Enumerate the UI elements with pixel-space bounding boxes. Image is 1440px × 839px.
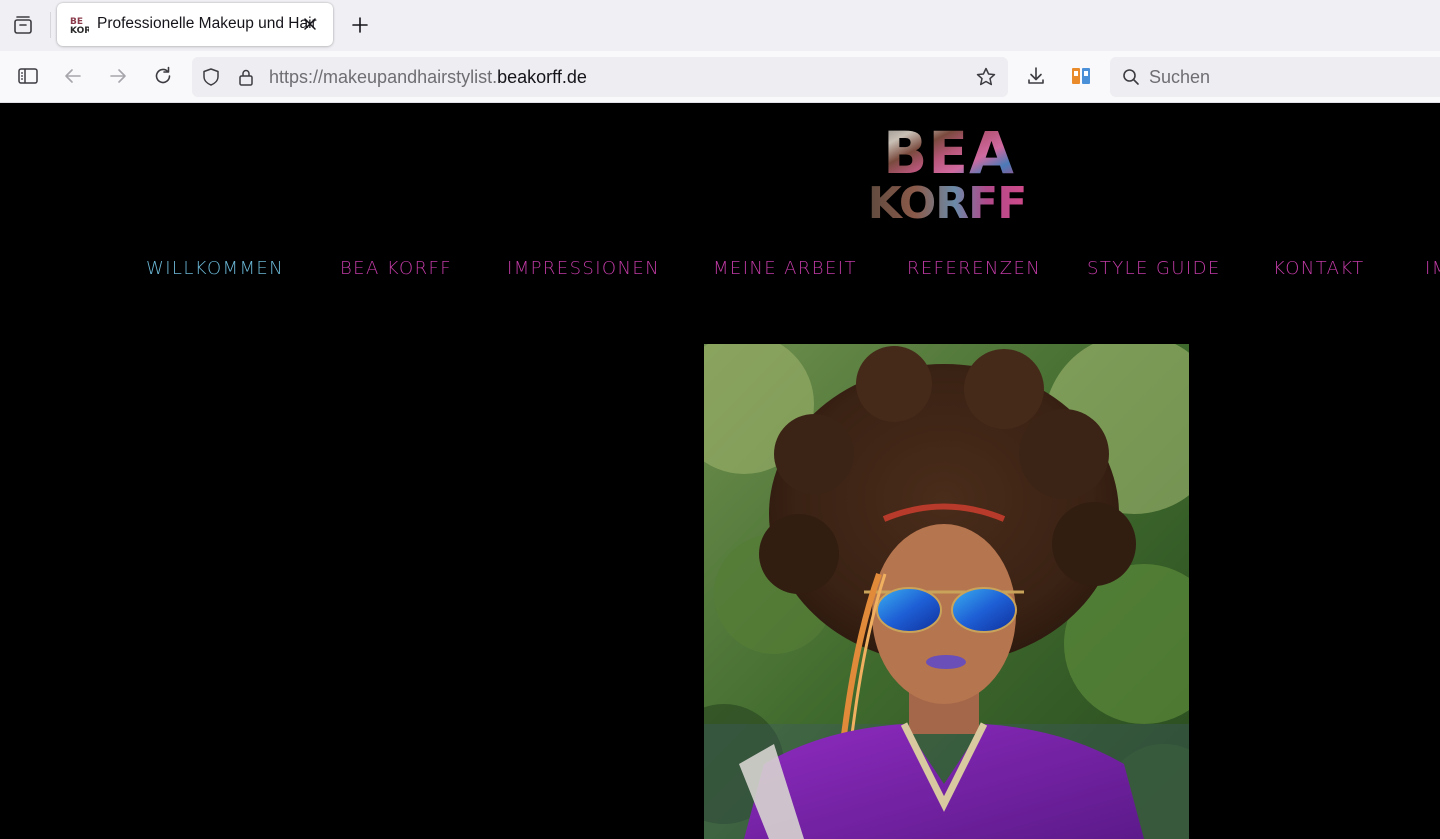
logo-line-2: KORFF bbox=[868, 178, 1027, 223]
nav-item-style-guide[interactable]: STYLE GUIDE bbox=[1087, 258, 1221, 279]
bookmark-button[interactable] bbox=[974, 66, 998, 88]
url-text: https://makeupandhairstylist.beakorff.de bbox=[269, 67, 587, 88]
nav-item-meine-arbeit[interactable]: MEINE ARBEIT bbox=[713, 258, 857, 279]
nav-item-impressum[interactable]: IMPRESSUM bbox=[1425, 258, 1440, 279]
web-page: BEA KORFF WILLKOMMEN BEA KORFF IMPRESSIO… bbox=[0, 103, 1440, 839]
address-bar[interactable]: https://makeupandhairstylist.beakorff.de bbox=[192, 57, 1008, 97]
plus-icon bbox=[352, 17, 368, 33]
nav-item-willkommen[interactable]: WILLKOMMEN bbox=[146, 258, 284, 279]
shield-icon[interactable] bbox=[200, 66, 222, 88]
downloads-button[interactable] bbox=[1019, 59, 1053, 93]
forward-button[interactable] bbox=[101, 59, 135, 93]
navigation-toolbar: https://makeupandhairstylist.beakorff.de bbox=[0, 51, 1440, 103]
tab-list-icon bbox=[14, 16, 32, 34]
new-tab-button[interactable] bbox=[344, 9, 376, 41]
lock-icon[interactable] bbox=[235, 66, 257, 88]
search-icon bbox=[1120, 66, 1142, 88]
extension-icon bbox=[1072, 68, 1090, 84]
download-icon bbox=[1028, 67, 1044, 84]
url-domain: beakorff.de bbox=[497, 67, 587, 87]
forward-arrow-icon bbox=[110, 69, 126, 83]
site-logo[interactable]: BEA KORFF bbox=[856, 117, 1042, 223]
svg-text:KOR: KOR bbox=[70, 26, 89, 34]
nav-item-referenzen[interactable]: REFERENZEN bbox=[907, 258, 1041, 279]
nav-item-bea-korff[interactable]: BEA KORFF bbox=[340, 258, 452, 279]
close-icon bbox=[304, 18, 316, 30]
star-icon bbox=[976, 67, 996, 86]
tab-strip: BE KOR Professionelle Makeup und Hairsty… bbox=[0, 0, 1440, 51]
main-navigation: WILLKOMMEN BEA KORFF IMPRESSIONEN MEINE … bbox=[0, 255, 1440, 285]
back-button[interactable] bbox=[56, 59, 90, 93]
active-tab[interactable]: BE KOR Professionelle Makeup und Hairsty… bbox=[57, 3, 333, 46]
extension-button[interactable] bbox=[1064, 59, 1098, 93]
nav-item-impressionen[interactable]: IMPRESSIONEN bbox=[507, 258, 660, 279]
search-bar[interactable] bbox=[1110, 57, 1440, 97]
logo-line-1: BEA bbox=[883, 119, 1015, 187]
sidebar-button[interactable] bbox=[11, 59, 45, 93]
tab-list-button[interactable] bbox=[6, 8, 40, 42]
reload-button[interactable] bbox=[146, 59, 180, 93]
site-favicon-icon: BE KOR bbox=[70, 16, 89, 34]
tab-title: Professionelle Makeup und Hairstylist Be… bbox=[97, 15, 317, 32]
search-input[interactable] bbox=[1149, 67, 1429, 88]
sidebar-icon bbox=[18, 68, 38, 84]
tab-strip-divider bbox=[50, 12, 51, 38]
hero-portrait-image bbox=[704, 344, 1189, 839]
back-arrow-icon bbox=[65, 69, 81, 83]
nav-item-kontakt[interactable]: KONTAKT bbox=[1273, 258, 1365, 279]
reload-icon bbox=[155, 66, 171, 84]
url-prefix: https://makeupandhairstylist. bbox=[269, 67, 498, 87]
close-tab-button[interactable] bbox=[300, 14, 320, 34]
